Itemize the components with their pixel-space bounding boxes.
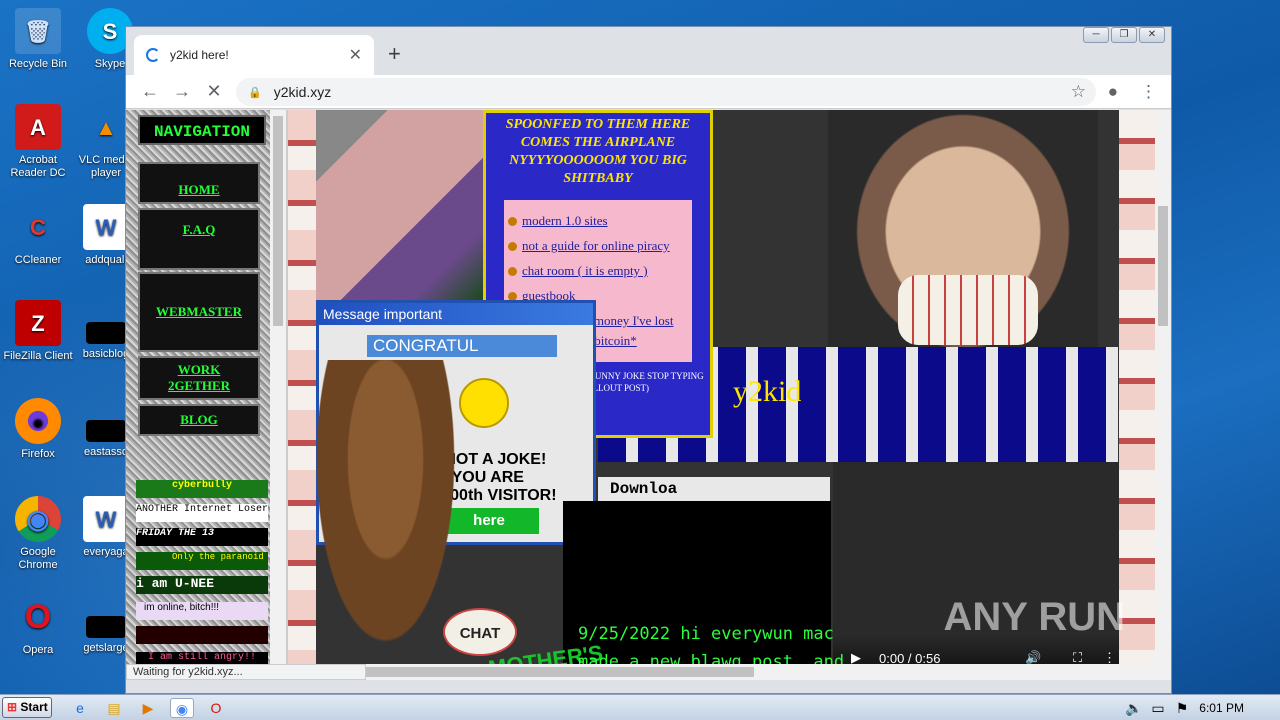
glitch-image [316,110,484,300]
chrome-taskbar-icon[interactable]: ◉ [170,698,194,718]
badge-online: im online, bitch!!! [136,602,268,620]
chat-button[interactable]: CHAT [443,608,517,656]
word-doc-icon: W [83,204,129,250]
tab-title: y2kid here! [170,48,229,62]
tab-y2kid[interactable]: y2kid here! ✕ [134,35,374,75]
collage-frame: y2kid SPOONFED TO THEM HERE COMES THE AI… [288,110,1155,680]
taskbar: ⊞ Start e ▤ ▶ ◉ O 🔈 ▭ ⚑ 6:01 PM [0,694,1280,720]
start-button[interactable]: ⊞ Start [2,697,52,718]
url-text: y2kid.xyz [273,84,332,100]
nav-faq-box: F.A.Q [138,208,260,270]
chrome-window: y2kid here! ✕ + ─ ❐ ✕ ← → ✕ 🔒 y2kid.xyz … [125,26,1172,694]
taskbar-clock[interactable]: 6:01 PM [1199,701,1244,715]
desktop-icon-acrobat[interactable]: A Acrobat Reader DC [0,104,76,180]
window-controls: ─ ❐ ✕ [1083,27,1165,43]
desktop-icon-firefox[interactable]: ● Firefox [0,398,76,461]
back-button[interactable]: ← [134,81,166,102]
badge-cyberbully: cyberbully [136,480,268,498]
nav-webmaster-link[interactable]: WEBMASTER [140,304,258,320]
close-window-button[interactable]: ✕ [1139,27,1165,43]
desktop-icon-recycle-bin[interactable]: 🗑 Recycle Bin [0,8,76,71]
stop-loading-button[interactable]: ✕ [198,81,230,102]
desktop-icon-opera[interactable]: O Opera [0,594,76,657]
minimize-button[interactable]: ─ [1083,27,1109,43]
badge-friday-13: FRIDAY THE 13 [136,528,268,546]
download-banner[interactable]: Downloa [598,477,830,501]
file-explorer-icon[interactable]: ▤ [104,698,124,718]
navigation-frame: NAVIGATION HOME F.A.Q WEBMASTER WORK 2GET… [126,110,286,680]
link-modern-sites[interactable]: modern 1.0 sites [508,211,686,231]
congrats-banner: CONGRATUL [367,335,557,357]
volume-tray-icon[interactable]: 🔈 [1124,698,1144,718]
nav-work-box: WORK 2GETHER [138,356,260,400]
vlc-icon: ▲ [95,114,117,140]
desktop-icon-chrome[interactable]: ◉ Google Chrome [0,496,76,572]
bookmark-star-icon[interactable]: ☆ [1071,82,1086,102]
desktop-icon-ccleaner[interactable]: C CCleaner [0,204,76,267]
chrome-icon: ◉ [15,496,61,542]
lock-icon: 🔒 [248,86,262,99]
restore-button[interactable]: ❐ [1111,27,1137,43]
message-title: Message important [319,303,593,325]
badge-u-nee: i am U-NEE [136,576,268,594]
badge-eyes [136,626,268,644]
internet-explorer-icon[interactable]: e [70,698,90,718]
media-player-icon[interactable]: ▶ [138,698,158,718]
navigation-title: NAVIGATION [138,115,266,145]
browser-toolbar: ← → ✕ 🔒 y2kid.xyz ☆ ● ⋮ [126,75,1171,109]
word-doc-icon: W [83,496,129,542]
nav-home-box: HOME [138,162,260,204]
teeth-mouth-image [898,275,1038,345]
new-tab-button[interactable]: + [388,41,401,67]
nav-home-link[interactable]: HOME [140,182,258,198]
nav-webmaster-box: WEBMASTER [138,272,260,352]
status-bubble: Waiting for y2kid.xyz... [126,664,366,680]
flag-tray-icon[interactable]: ⚑ [1172,698,1192,718]
tab-close-icon[interactable]: ✕ [349,45,362,65]
page-horizontal-scrollbar[interactable] [366,664,1171,680]
nav-blog-box: BLOG [138,404,260,436]
blank-file-icon [86,420,126,442]
badge-paranoid: Only the paranoid surviv [136,552,268,570]
nav-faq-link[interactable]: F.A.Q [140,222,258,238]
y2kid-logo: y2kid [733,375,802,408]
badge-internet-loser: ANOTHER Internet Loser [136,504,268,522]
recycle-bin-icon: 🗑 [15,8,61,54]
menu-icon[interactable]: ⋮ [1140,82,1157,102]
network-tray-icon[interactable]: ▭ [1148,698,1168,718]
profile-icon[interactable]: ● [1108,82,1118,102]
nav-scrollbar[interactable] [270,110,286,680]
blank-file-icon [86,616,126,638]
page-vertical-scrollbar[interactable] [1155,110,1171,664]
nav-blog-link[interactable]: BLOG [140,412,258,428]
desktop-icon-filezilla[interactable]: Z FileZilla Client [0,300,76,363]
acrobat-icon: A [15,104,61,150]
opera-taskbar-icon[interactable]: O [206,698,226,718]
opera-icon: O [24,597,52,636]
link-piracy-guide[interactable]: not a guide for online piracy [508,236,686,256]
airplane-header: SPOONFED TO THEM HERE COMES THE AIRPLANE… [505,117,691,186]
loading-spinner-icon [146,48,160,62]
windows-logo-icon: ⊞ [7,700,18,714]
nav-work-link[interactable]: WORK 2GETHER [140,362,258,394]
tab-strip: y2kid here! ✕ + ─ ❐ ✕ [126,27,1171,75]
blank-file-icon [86,322,126,344]
forward-button[interactable]: → [166,81,198,102]
video-player[interactable]: ▶ 0:00 / 0:56 🔊 ⛶ ⋮ [833,462,1121,680]
toolbar-right: ● ⋮ [1108,82,1157,102]
firefox-icon: ● [15,398,61,444]
link-chat-room[interactable]: chat room ( it is empty ) [508,261,686,281]
anyrun-watermark: ANY RUN [943,595,1125,639]
filezilla-icon: Z [15,300,61,346]
ccleaner-icon: C [30,214,46,240]
page-viewport: NAVIGATION HOME F.A.Q WEBMASTER WORK 2GET… [126,110,1171,680]
address-bar[interactable]: 🔒 y2kid.xyz ☆ [236,78,1096,106]
